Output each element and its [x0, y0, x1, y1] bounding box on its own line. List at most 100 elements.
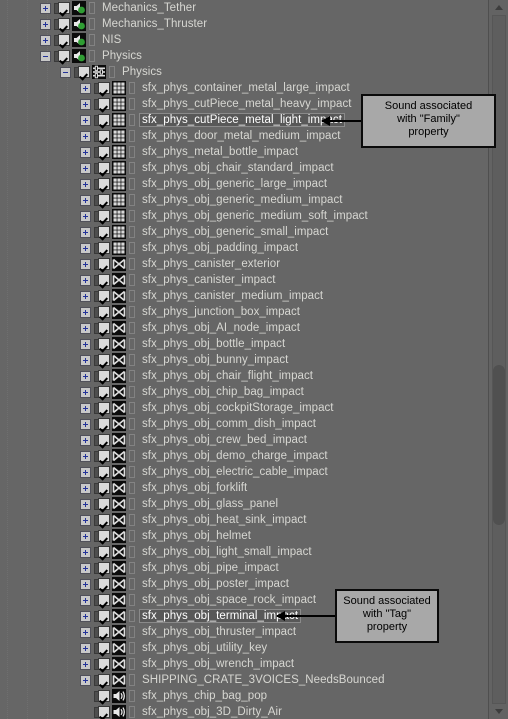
checkbox-box[interactable]	[98, 306, 110, 318]
tree-row[interactable]: sfx_phys_obj_AI_node_impact	[0, 320, 488, 336]
tree-row[interactable]: sfx_phys_obj_helmet	[0, 528, 488, 544]
tree-row-label[interactable]: sfx_phys_canister_impact	[139, 273, 279, 287]
checkbox-box[interactable]	[58, 2, 70, 14]
row-checkbox[interactable]	[94, 386, 110, 398]
expand-icon[interactable]	[80, 258, 91, 270]
tree-row-label[interactable]: sfx_phys_obj_chip_bag_impact	[139, 385, 307, 399]
row-checkbox[interactable]	[94, 338, 110, 350]
checkbox-box[interactable]	[98, 178, 110, 190]
tree-row[interactable]: sfx_phys_junction_box_impact	[0, 304, 488, 320]
tree-row-label[interactable]: sfx_phys_chip_bag_pop	[139, 689, 270, 703]
checkbox-box[interactable]	[98, 82, 110, 94]
checkbox-box[interactable]	[98, 434, 110, 446]
expand-icon[interactable]	[80, 498, 91, 510]
tree-row-label[interactable]: sfx_phys_cutPiece_metal_light_impact	[139, 113, 345, 127]
tree-row-label[interactable]: NIS	[99, 33, 124, 47]
tree-row[interactable]: sfx_phys_obj_bunny_impact	[0, 352, 488, 368]
tree-row-label[interactable]: sfx_phys_canister_exterior	[139, 257, 283, 271]
expand-icon[interactable]	[80, 482, 91, 494]
checkbox-box[interactable]	[58, 50, 70, 62]
checkbox-box[interactable]	[98, 98, 110, 110]
checkbox-box[interactable]	[98, 354, 110, 366]
tree-row[interactable]: sfx_phys_obj_chair_flight_impact	[0, 368, 488, 384]
row-checkbox[interactable]	[94, 642, 110, 654]
row-checkbox[interactable]	[54, 18, 70, 30]
row-checkbox[interactable]	[54, 2, 70, 14]
checkbox-box[interactable]	[98, 562, 110, 574]
expand-icon[interactable]	[40, 34, 51, 46]
tree-row-label[interactable]: sfx_phys_junction_box_impact	[139, 305, 303, 319]
tree-row[interactable]: sfx_phys_obj_generic_medium_impact	[0, 192, 488, 208]
checkbox-box[interactable]	[58, 34, 70, 46]
checkbox-box[interactable]	[98, 530, 110, 542]
checkbox-box[interactable]	[98, 610, 110, 622]
row-checkbox[interactable]	[94, 210, 110, 222]
tree-row[interactable]: sfx_phys_canister_impact	[0, 272, 488, 288]
row-checkbox[interactable]	[54, 34, 70, 46]
tree-row-label[interactable]: sfx_phys_obj_padding_impact	[139, 241, 301, 255]
row-checkbox[interactable]	[94, 322, 110, 334]
row-checkbox[interactable]	[94, 626, 110, 638]
checkbox-box[interactable]	[98, 706, 110, 718]
tree-row-label[interactable]: Mechanics_Thruster	[99, 17, 210, 31]
scrollbar-thumb[interactable]	[493, 365, 505, 525]
checkbox-box[interactable]	[98, 146, 110, 158]
checkbox-box[interactable]	[98, 338, 110, 350]
expand-icon[interactable]	[80, 386, 91, 398]
expand-icon[interactable]	[80, 210, 91, 222]
row-checkbox[interactable]	[94, 562, 110, 574]
checkbox-box[interactable]	[98, 546, 110, 558]
row-checkbox[interactable]	[94, 178, 110, 190]
tree-row-label[interactable]: SHIPPING_CRATE_3VOICES_NeedsBounced	[139, 673, 388, 687]
row-checkbox[interactable]	[94, 498, 110, 510]
checkbox-box[interactable]	[98, 498, 110, 510]
tree-row-label[interactable]: sfx_phys_obj_electric_cable_impact	[139, 465, 331, 479]
scroll-up-arrow[interactable]	[492, 1, 506, 14]
tree-row-label[interactable]: Mechanics_Tether	[99, 1, 199, 15]
expand-icon[interactable]	[80, 450, 91, 462]
tree-row-label[interactable]: sfx_phys_obj_crew_bed_impact	[139, 433, 310, 447]
row-checkbox[interactable]	[94, 354, 110, 366]
expand-icon[interactable]	[80, 162, 91, 174]
expand-icon[interactable]	[80, 178, 91, 190]
tree-row[interactable]: sfx_phys_obj_pipe_impact	[0, 560, 488, 576]
row-checkbox[interactable]	[94, 594, 110, 606]
row-checkbox[interactable]	[94, 546, 110, 558]
expand-icon[interactable]	[80, 578, 91, 590]
checkbox-box[interactable]	[98, 658, 110, 670]
expand-icon[interactable]	[80, 322, 91, 334]
checkbox-box[interactable]	[98, 114, 110, 126]
tree-row-label[interactable]: sfx_phys_obj_bunny_impact	[139, 353, 291, 367]
expand-icon[interactable]	[80, 274, 91, 286]
tree-row[interactable]: sfx_phys_obj_generic_medium_soft_impact	[0, 208, 488, 224]
expand-icon[interactable]	[80, 610, 91, 622]
tree-row-label[interactable]: sfx_phys_obj_demo_charge_impact	[139, 449, 331, 463]
tree-row[interactable]: sfx_phys_obj_glass_panel	[0, 496, 488, 512]
tree-row-label[interactable]: Physics	[119, 65, 165, 79]
checkbox-box[interactable]	[98, 690, 110, 702]
checkbox-box[interactable]	[78, 66, 90, 78]
row-checkbox[interactable]	[94, 258, 110, 270]
tree-row-label[interactable]: sfx_phys_metal_bottle_impact	[139, 145, 301, 159]
tree-row-label[interactable]: sfx_phys_obj_bottle_impact	[139, 337, 288, 351]
tree-row-label[interactable]: sfx_phys_obj_heat_sink_impact	[139, 513, 309, 527]
checkbox-box[interactable]	[98, 482, 110, 494]
tree-row[interactable]: sfx_phys_obj_light_small_impact	[0, 544, 488, 560]
tree-row-label[interactable]: sfx_phys_obj_pipe_impact	[139, 561, 282, 575]
row-checkbox[interactable]	[94, 194, 110, 206]
row-checkbox[interactable]	[74, 66, 90, 78]
checkbox-box[interactable]	[98, 626, 110, 638]
checkbox-box[interactable]	[98, 578, 110, 590]
scroll-down-arrow[interactable]	[492, 705, 506, 718]
checkbox-box[interactable]	[98, 514, 110, 526]
checkbox-box[interactable]	[98, 322, 110, 334]
expand-icon[interactable]	[80, 194, 91, 206]
expand-icon[interactable]	[80, 338, 91, 350]
tree-row-label[interactable]: sfx_phys_obj_cockpitStorage_impact	[139, 401, 337, 415]
tree-row-label[interactable]: sfx_phys_container_metal_large_impact	[139, 81, 353, 95]
expand-icon[interactable]	[80, 594, 91, 606]
checkbox-box[interactable]	[98, 386, 110, 398]
row-checkbox[interactable]	[94, 690, 110, 702]
expand-icon[interactable]	[80, 242, 91, 254]
row-checkbox[interactable]	[94, 578, 110, 590]
